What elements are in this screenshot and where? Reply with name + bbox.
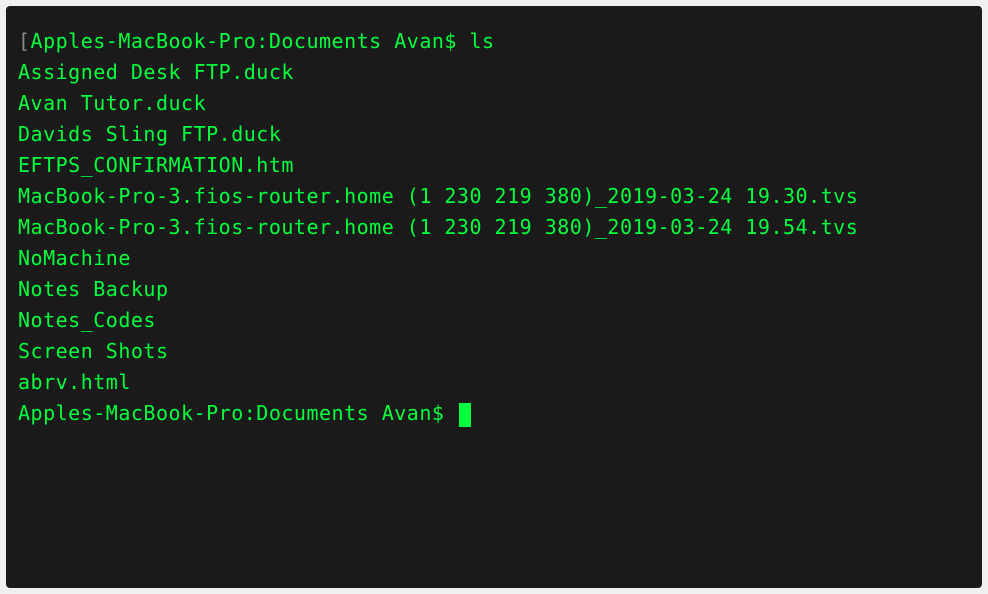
prompt-line: [Apples-MacBook-Pro:Documents Avan$ ls: [18, 26, 970, 57]
command-text: ls: [469, 29, 494, 53]
ls-output-item: Notes_Codes: [18, 305, 970, 336]
ls-output-item: Assigned Desk FTP.duck: [18, 57, 970, 88]
ls-output-item: Avan Tutor.duck: [18, 88, 970, 119]
ls-output-item: MacBook-Pro-3.fios-router.home (1 230 21…: [18, 212, 970, 243]
prompt-text: Apples-MacBook-Pro:Documents Avan$: [18, 401, 457, 425]
terminal-window[interactable]: [Apples-MacBook-Pro:Documents Avan$ ls A…: [6, 6, 982, 588]
ls-output-item: Davids Sling FTP.duck: [18, 119, 970, 150]
ls-output-item: Screen Shots: [18, 336, 970, 367]
ls-output-item: abrv.html: [18, 367, 970, 398]
ls-output-item: NoMachine: [18, 243, 970, 274]
prompt-line: Apples-MacBook-Pro:Documents Avan$: [18, 398, 970, 429]
cursor-block: [459, 403, 471, 427]
ls-output-item: MacBook-Pro-3.fios-router.home (1 230 21…: [18, 181, 970, 212]
bracket-char: [: [18, 29, 31, 53]
prompt-text: Apples-MacBook-Pro:Documents Avan$: [31, 29, 470, 53]
ls-output-item: EFTPS_CONFIRMATION.htm: [18, 150, 970, 181]
ls-output-item: Notes Backup: [18, 274, 970, 305]
